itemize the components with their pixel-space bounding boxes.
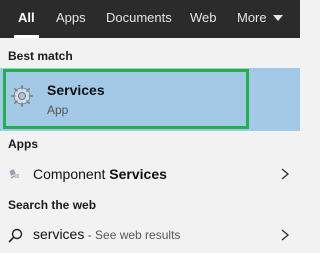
app-result-label: Component Services (33, 166, 167, 182)
search-icon (8, 228, 23, 243)
tab-apps[interactable]: Apps (56, 0, 86, 38)
tab-all[interactable]: All (14, 0, 39, 38)
search-filter-bar: All Apps Documents Web More (0, 0, 300, 38)
highlight-outline (3, 69, 249, 129)
tab-more-label: More (237, 10, 267, 25)
web-query-hint: - See web results (84, 228, 181, 242)
app-result-label-prefix: Component (33, 166, 110, 182)
chevron-right-icon[interactable] (280, 167, 290, 181)
chevron-right-icon[interactable] (280, 228, 290, 242)
section-heading-best-match: Best match (8, 49, 73, 63)
section-heading-apps: Apps (8, 137, 38, 151)
web-search-query: services - See web results (33, 226, 180, 242)
component-services-icon (9, 169, 19, 179)
best-match-subtitle: App (47, 103, 69, 117)
web-query-text: services (33, 226, 85, 242)
gear-icon (11, 85, 33, 107)
tab-more[interactable]: More (237, 0, 283, 38)
section-heading-search-web: Search the web (8, 198, 97, 212)
tab-documents[interactable]: Documents (106, 0, 172, 38)
caret-down-icon (272, 14, 283, 21)
tab-web[interactable]: Web (190, 0, 217, 38)
best-match-title: Services (47, 82, 105, 98)
app-result-label-match: Services (109, 166, 167, 182)
